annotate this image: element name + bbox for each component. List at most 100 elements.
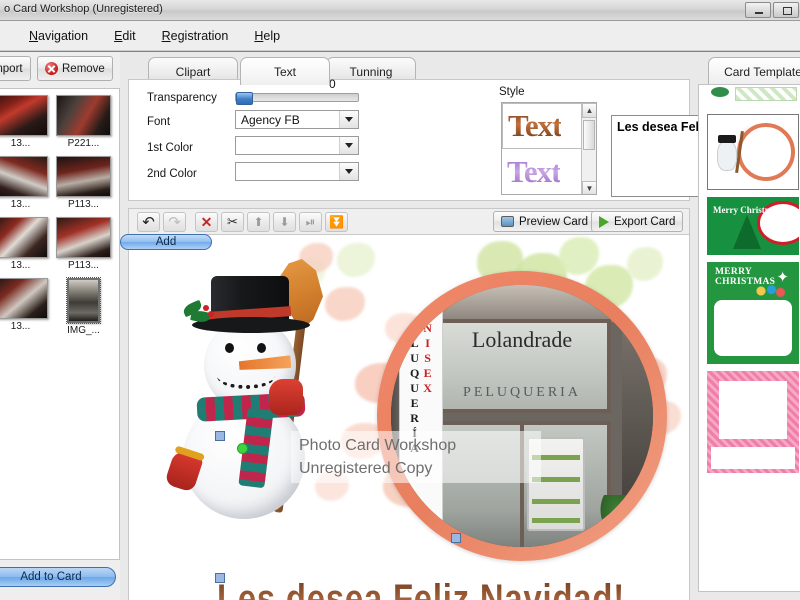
scroll-down-icon[interactable]: ▼	[582, 181, 596, 194]
photo-image[interactable]: Lolandrade PELUQUERIA PELUQUERÍA UNISEX	[391, 285, 653, 547]
bring-to-front-button[interactable]: ⏯	[299, 212, 322, 232]
tab-text-label: Text	[273, 64, 296, 79]
watermark-line-2: Unregistered Copy	[299, 460, 433, 477]
list-item[interactable]: P113...	[52, 217, 115, 271]
remove-button[interactable]: Remove	[37, 56, 113, 81]
transparency-slider-thumb[interactable]	[236, 92, 253, 105]
photo-thumbnail[interactable]	[56, 217, 111, 258]
maximize-button[interactable]	[773, 2, 799, 18]
text-properties-panel: Transparency 0 Font Agency FB 1st Color …	[128, 77, 800, 201]
add-label: Add	[155, 236, 177, 248]
list-item[interactable]: P221...	[52, 95, 115, 149]
selection-handle[interactable]	[215, 431, 225, 441]
font-value: Agency FB	[241, 112, 300, 127]
photo-thumbnail[interactable]	[0, 156, 48, 197]
photo-thumbnail-list[interactable]: 13... P221... 13... P113... 13... P113..…	[0, 88, 120, 560]
style-preview-text: Text	[507, 154, 561, 189]
menu-item-registration[interactable]: Registration	[149, 25, 242, 47]
chevron-down-icon[interactable]	[339, 163, 358, 180]
window-title: o Card Workshop (Unregistered)	[4, 3, 163, 15]
main-body: Import Remove 13... P221...	[0, 52, 800, 600]
minimize-button[interactable]	[745, 2, 771, 18]
photo-thumbnail[interactable]	[0, 217, 48, 258]
template-merry-christmas-tree[interactable]: MERRY CHRISTMAS ✦	[707, 262, 799, 364]
selection-rotate-handle[interactable]	[237, 443, 248, 454]
move-down-button[interactable]: ⬇	[273, 212, 296, 232]
preview-card-button[interactable]: Preview Card	[493, 211, 597, 232]
second-color-combobox[interactable]	[235, 162, 359, 181]
photo-thumbnail[interactable]	[56, 156, 111, 197]
list-item[interactable]: 13...	[0, 217, 52, 271]
scroll-up-icon[interactable]: ▲	[582, 103, 596, 118]
holly-icon	[181, 299, 217, 324]
add-to-card-button[interactable]: Add to Card	[0, 567, 116, 587]
scrollbar-thumb[interactable]	[583, 120, 595, 150]
template-green-stripe[interactable]	[707, 85, 799, 107]
card-template-list[interactable]: Merry Christmas MERRY CHRISTMAS ✦	[698, 84, 800, 592]
photo-thumbnail[interactable]	[0, 95, 48, 136]
style-scrollbar[interactable]: ▲ ▼	[581, 103, 596, 194]
preview-card-label: Preview Card	[519, 215, 589, 228]
style-preview-text: Text	[508, 108, 562, 143]
template-pink-frame[interactable]	[707, 371, 799, 473]
template-snowman-ring[interactable]	[707, 114, 799, 190]
undo-icon: ↶	[142, 214, 155, 231]
menu-item-help[interactable]: Help	[241, 25, 293, 47]
send-to-back-button[interactable]: ⏬	[325, 212, 348, 232]
canvas-toolbar: ↶ ↷ ✕ ✂ ⬆ ⬇ ⏯ ⏬ Preview Card Export Card	[128, 208, 690, 234]
export-card-button[interactable]: Export Card	[591, 211, 684, 232]
redo-button[interactable]: ↷	[163, 212, 186, 232]
snowman-clipart[interactable]	[151, 257, 366, 557]
watermark-line-1: Photo Card Workshop	[299, 436, 457, 454]
photo-label: P221...	[67, 138, 100, 149]
tab-card-template[interactable]: Card Template	[708, 57, 800, 85]
list-item[interactable]: 13...	[0, 156, 52, 210]
transparency-slider[interactable]	[235, 92, 359, 105]
ornaments-icon	[755, 284, 785, 298]
undo-button[interactable]: ↶	[137, 212, 160, 232]
first-color-combobox[interactable]	[235, 136, 359, 155]
menu-item-navigation[interactable]: Navigation	[16, 25, 101, 47]
photo-thumbnail[interactable]	[66, 277, 101, 324]
font-combobox[interactable]: Agency FB	[235, 110, 359, 129]
card-template-panel: Card Template Merry Christmas MERRY CHRI…	[698, 52, 800, 600]
mitten-right	[269, 379, 303, 415]
list-item[interactable]: 13...	[0, 278, 52, 336]
menu-label-edit: dit	[122, 28, 136, 43]
import-button[interactable]: Import	[0, 56, 31, 81]
list-item[interactable]: P113...	[52, 156, 115, 210]
chevron-down-icon[interactable]	[339, 137, 358, 154]
card-text[interactable]: Les desea Feliz Navidad!	[217, 577, 625, 600]
second-color-label: 2nd Color	[147, 168, 197, 180]
chevron-down-icon[interactable]	[339, 111, 358, 128]
style-label: Style	[499, 86, 525, 98]
photo-frame[interactable]: Lolandrade PELUQUERIA PELUQUERÍA UNISEX	[377, 271, 667, 561]
transparency-label: Transparency	[147, 92, 217, 104]
window-controls	[745, 2, 799, 18]
menu-item-edit[interactable]: Edit	[101, 25, 149, 47]
move-up-button[interactable]: ⬆	[247, 212, 270, 232]
card-artboard[interactable]: Lolandrade PELUQUERIA PELUQUERÍA UNISEX	[129, 235, 689, 600]
menu-bar: Navigation Edit Registration Help	[0, 21, 800, 51]
tab-card-template-label: Card Template	[724, 64, 800, 79]
list-item[interactable]: 13...	[0, 95, 52, 149]
menu-label-navigation: avigation	[38, 28, 89, 43]
photo-thumbnail[interactable]	[0, 278, 48, 319]
photo-thumbnail[interactable]	[56, 95, 111, 136]
snowman-eye-left	[225, 343, 234, 353]
delete-button[interactable]: ✕	[195, 212, 218, 232]
card-canvas[interactable]: Lolandrade PELUQUERIA PELUQUERÍA UNISEX	[128, 234, 690, 600]
add-to-card-label: Add to Card	[20, 571, 82, 583]
add-button[interactable]: Add	[120, 234, 212, 250]
list-item[interactable]: IMG_...	[52, 277, 115, 336]
send-to-back-icon: ⏬	[329, 215, 344, 229]
selection-handle[interactable]	[451, 533, 461, 543]
template-merry-christmas-green[interactable]: Merry Christmas	[707, 197, 799, 255]
first-color-label: 1st Color	[147, 142, 194, 154]
bring-to-front-icon: ⏯	[305, 214, 316, 229]
cut-button[interactable]: ✂	[221, 212, 244, 232]
photo-label: IMG_...	[67, 325, 100, 336]
tab-text[interactable]: Text	[240, 57, 330, 85]
style-list[interactable]: Text Text ▲ ▼	[501, 102, 597, 195]
transparency-value: 0	[329, 77, 336, 91]
